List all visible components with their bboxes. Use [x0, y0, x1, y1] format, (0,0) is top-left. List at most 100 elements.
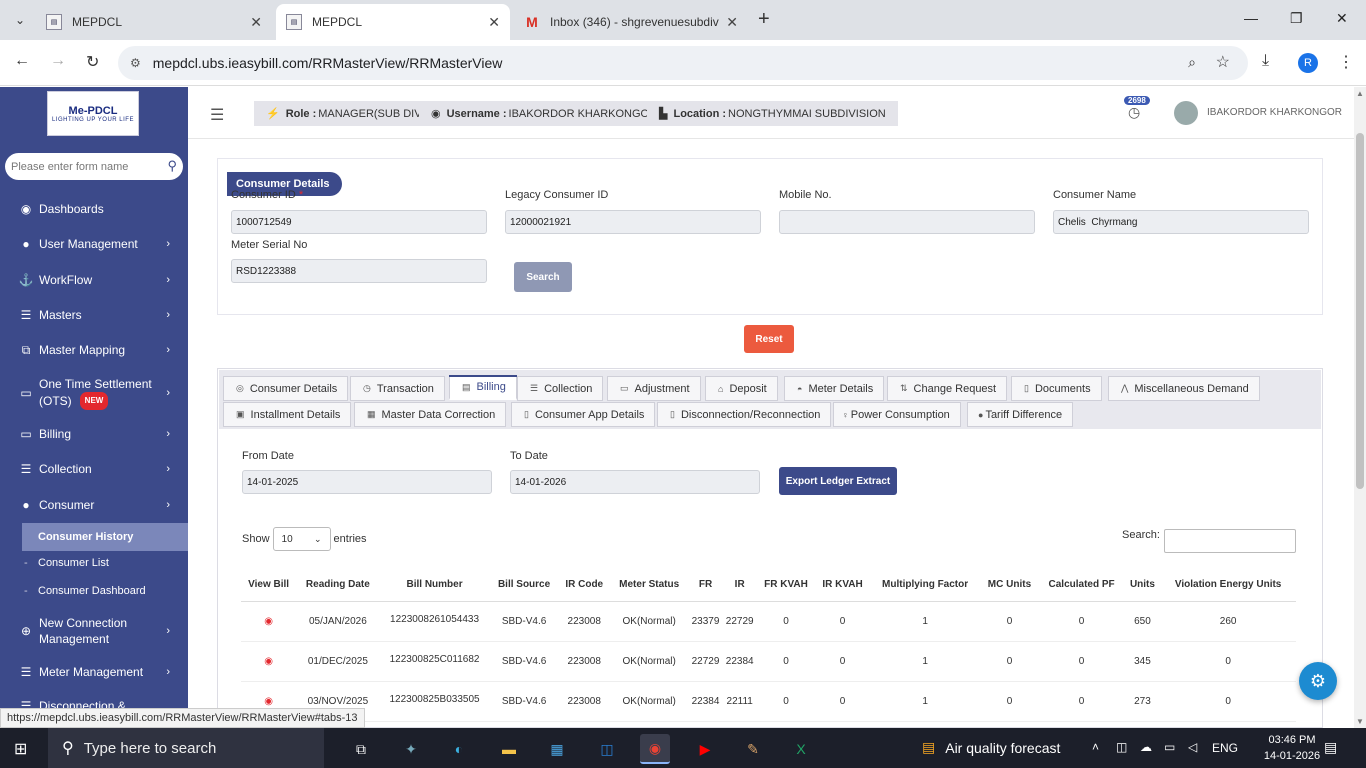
column-header[interactable]: Violation Energy Units [1160, 569, 1296, 602]
mobile-field[interactable] [779, 210, 1035, 234]
file-explorer-icon[interactable]: ▬ [494, 734, 524, 764]
to-date-field[interactable]: 14-01-2026 [510, 470, 760, 494]
column-header[interactable]: IR [722, 569, 757, 602]
forward-icon[interactable]: → [50, 52, 66, 70]
battery-icon[interactable]: ▭ [1164, 740, 1175, 754]
sidebar-item-user-management[interactable]: ● User Management › [0, 236, 188, 252]
export-ledger-button[interactable]: Export Ledger Extract [779, 467, 897, 495]
edge-icon[interactable]: ◐ [444, 734, 474, 764]
view-bill-eye-icon[interactable]: ◉ [264, 616, 273, 627]
sidebar-item-meter-management[interactable]: ☰ Meter Management › [0, 664, 188, 680]
sidebar-item-collection[interactable]: ☰ Collection › [0, 461, 188, 477]
download-icon[interactable]: ⤓ [1262, 52, 1269, 70]
browser-tab-3[interactable]: M Inbox (346) - shgrevenuesubdiv ✕ [514, 4, 748, 40]
close-window-icon[interactable]: ✕ [1336, 10, 1348, 27]
tab-search-icon[interactable]: ⌄ [10, 8, 30, 32]
sidebar-item-workflow[interactable]: ⚓ WorkFlow › [0, 272, 188, 288]
form-search-input[interactable] [11, 160, 161, 173]
reload-icon[interactable]: ↻ [86, 52, 99, 72]
column-header[interactable]: FR KVAH [756, 569, 816, 602]
avatar[interactable] [1174, 101, 1198, 125]
tab-transaction[interactable]: ◷ Transaction [350, 376, 445, 401]
tab-billing[interactable]: ▤ Billing [449, 375, 517, 400]
weather-widget[interactable]: ▤ Air quality forecast [922, 739, 1060, 756]
tab-change-request[interactable]: ⇅ Change Request [887, 376, 1008, 401]
chevron-up-icon[interactable]: ˄ [1092, 740, 1099, 754]
site-info-icon[interactable]: ⚙ [130, 56, 141, 70]
settings-fab-button[interactable]: ⚙ [1299, 662, 1337, 700]
tab-documents[interactable]: ▯ Documents [1011, 376, 1102, 401]
tab-meter-details[interactable]: ◓ Meter Details [784, 376, 885, 401]
task-view-icon[interactable]: ⧉ [346, 734, 376, 764]
scroll-up-icon[interactable]: ▲ [1356, 89, 1364, 98]
paint-icon[interactable]: ✎ [738, 734, 768, 764]
profile-avatar[interactable]: R [1298, 53, 1318, 73]
column-header[interactable]: Reading Date [296, 569, 380, 602]
column-header[interactable]: Bill Source [489, 569, 559, 602]
sidebar-subitem-consumer-list[interactable]: - Consumer List [22, 556, 188, 570]
scrollbar-thumb[interactable] [1356, 133, 1364, 489]
mepdcl-logo[interactable]: Me-PDCL LIGHTING UP YOUR LIFE [47, 91, 139, 136]
sidebar-item-billing[interactable]: ▭ Billing › [0, 426, 188, 442]
sidebar-subitem-consumer-dashboard[interactable]: - Consumer Dashboard [22, 584, 188, 598]
column-header[interactable]: MC Units [980, 569, 1039, 602]
column-header[interactable]: Bill Number [379, 569, 490, 602]
hamburger-menu-icon[interactable]: ☰ [210, 105, 224, 125]
consumer-id-field[interactable]: 1000712549 [231, 210, 487, 234]
outlook-icon[interactable]: ◫ [592, 734, 622, 764]
chrome-icon[interactable]: ◉ [640, 734, 670, 764]
tab-consumer-app-details[interactable]: ▯ Consumer App Details [511, 402, 656, 427]
search-icon[interactable]: ⚲ [167, 158, 177, 174]
view-bill-eye-icon[interactable]: ◉ [264, 696, 273, 707]
sidebar-item-master-mapping[interactable]: ⧉ Master Mapping › [0, 342, 188, 358]
page-scrollbar[interactable]: ▲ ▼ [1354, 87, 1366, 728]
table-search-input[interactable] [1164, 529, 1296, 553]
bookmark-star-icon[interactable]: ☆ [1216, 52, 1230, 72]
minimize-icon[interactable]: — [1244, 10, 1258, 26]
reset-button[interactable]: Reset [744, 325, 794, 353]
sidebar-item-dashboards[interactable]: ◉ Dashboards [0, 201, 188, 217]
tab-miscellaneous-demand[interactable]: ⋀ Miscellaneous Demand [1108, 376, 1260, 401]
column-header[interactable]: FR [688, 569, 723, 602]
column-header[interactable]: View Bill [241, 569, 297, 602]
youtube-icon[interactable]: ▶ [690, 734, 720, 764]
close-icon[interactable]: ✕ [250, 14, 262, 31]
tab-tariff-difference[interactable]: ● Tariff Difference [967, 402, 1074, 427]
scroll-down-icon[interactable]: ▼ [1356, 717, 1364, 726]
search-button[interactable]: Search [514, 262, 572, 292]
sidebar-item-masters[interactable]: ☰ Masters › [0, 307, 188, 323]
close-icon[interactable]: ✕ [726, 14, 738, 31]
back-icon[interactable]: ← [14, 52, 30, 70]
taskbar-search[interactable]: ⚲ Type here to search [48, 728, 324, 768]
sidebar-subitem-consumer-history[interactable]: Consumer History [22, 523, 188, 551]
tab-power-consumption[interactable]: ♀ Power Consumption [833, 402, 961, 427]
language-indicator[interactable]: ENG [1212, 741, 1238, 755]
windows-start-icon[interactable]: ⊞ [14, 739, 27, 759]
meet-icon[interactable]: ◫ [1116, 740, 1127, 754]
tab-collection[interactable]: ☰ Collection [517, 376, 604, 401]
tab-disconnection-reconnection[interactable]: ▯ Disconnection/Reconnection [657, 402, 832, 427]
column-header[interactable]: Units [1124, 569, 1161, 602]
meter-serial-field[interactable]: RSD1223388 [231, 259, 487, 283]
notification-clock-icon[interactable]: ◷ [1128, 104, 1140, 121]
sidebar-item-new-connection[interactable]: ⊕ New Connection Management › [0, 614, 188, 648]
sidebar-item-consumer[interactable]: ● Consumer › [0, 497, 188, 513]
header-user-name[interactable]: IBAKORDOR KHARKONGOR [1207, 107, 1342, 118]
column-header[interactable]: Meter Status [609, 569, 689, 602]
from-date-field[interactable]: 14-01-2025 [242, 470, 492, 494]
network-icon[interactable]: ☁ [1140, 740, 1152, 754]
entries-select[interactable]: 10 ⌄ [272, 527, 331, 551]
tab-adjustment[interactable]: ▭ Adjustment [607, 376, 701, 401]
volume-icon[interactable]: ◁ [1188, 740, 1197, 754]
consumer-name-field[interactable]: Chelis Chyrmang [1053, 210, 1309, 234]
new-tab-button[interactable]: + [758, 8, 770, 31]
legacy-id-field[interactable]: 12000021921 [505, 210, 761, 234]
tab-consumer-details[interactable]: ◎ Consumer Details [223, 376, 349, 401]
taskbar-clock[interactable]: 03:46 PM 14-01-2026 [1262, 732, 1322, 764]
restore-icon[interactable]: ❐ [1290, 10, 1303, 27]
browser-tab-2[interactable]: ▤ MEPDCL ✕ [276, 4, 510, 40]
view-bill-eye-icon[interactable]: ◉ [264, 656, 273, 667]
tab-installment-details[interactable]: ▣ Installment Details [223, 402, 352, 427]
column-header[interactable]: Calculated PF [1038, 569, 1125, 602]
tab-master-data-correction[interactable]: ▦ Master Data Correction [354, 402, 507, 427]
